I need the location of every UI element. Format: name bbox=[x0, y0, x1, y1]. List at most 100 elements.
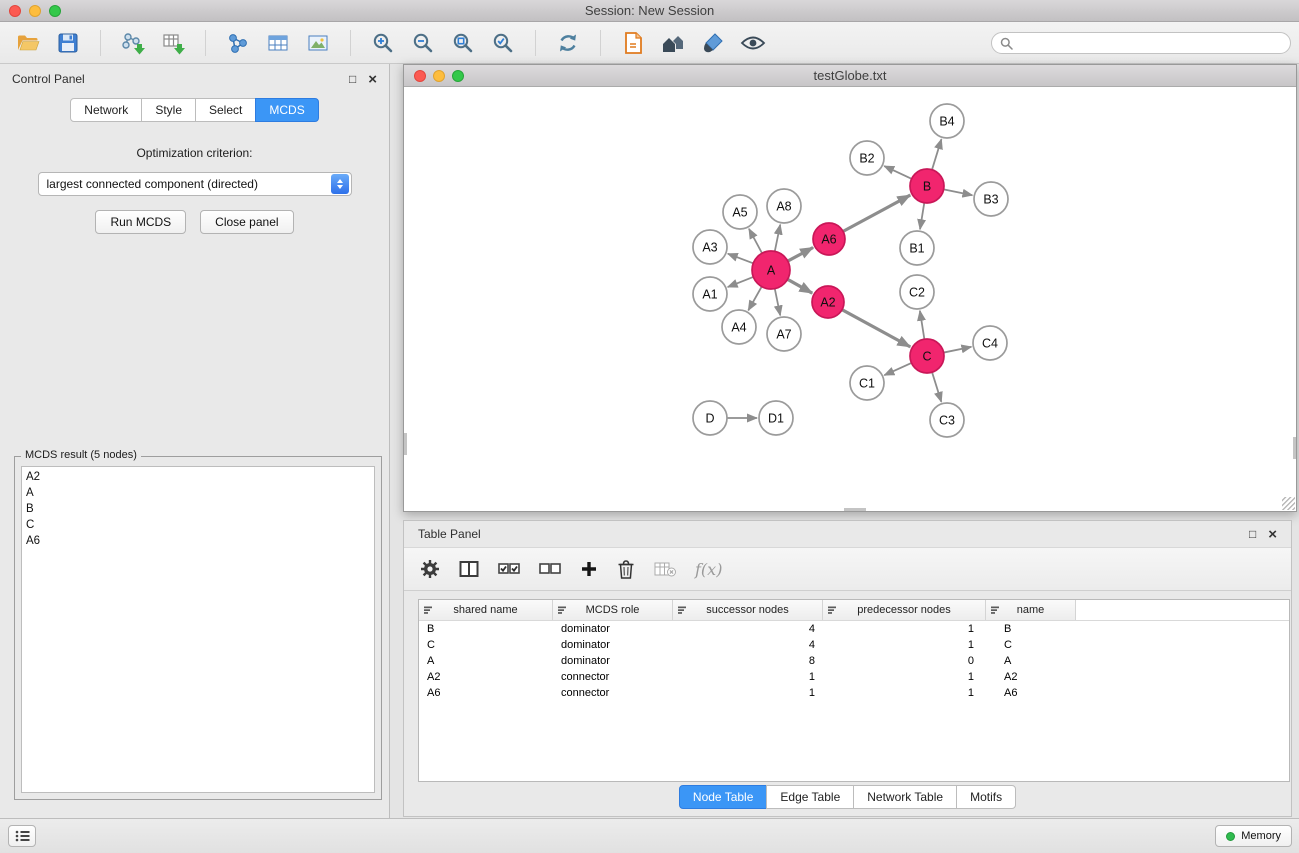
graph-node-A7[interactable] bbox=[767, 317, 801, 351]
save-session-button[interactable] bbox=[52, 27, 84, 59]
table-cell[interactable]: 8 bbox=[673, 655, 823, 667]
result-item[interactable]: C bbox=[26, 517, 370, 533]
graph-edge-B-B3[interactable] bbox=[944, 189, 973, 195]
table-tab-network-table[interactable]: Network Table bbox=[853, 785, 957, 809]
table-cell[interactable]: dominator bbox=[553, 655, 673, 667]
table-cell[interactable]: 0 bbox=[823, 655, 986, 667]
column-header-shared-name[interactable]: shared name bbox=[419, 600, 553, 620]
graph-node-B3[interactable] bbox=[974, 182, 1008, 216]
graph-node-B[interactable] bbox=[910, 169, 944, 203]
close-window-button[interactable] bbox=[9, 5, 21, 17]
tab-style[interactable]: Style bbox=[141, 98, 196, 122]
left-scroll-thumb[interactable] bbox=[404, 433, 407, 455]
minimize-network-button[interactable] bbox=[433, 70, 445, 82]
graph-edge-C-C1[interactable] bbox=[884, 363, 911, 375]
graph-edge-A-A6[interactable] bbox=[788, 247, 813, 261]
table-cell[interactable]: 1 bbox=[823, 623, 986, 635]
graph-node-A1[interactable] bbox=[693, 277, 727, 311]
graph-node-C2[interactable] bbox=[900, 275, 934, 309]
column-header-predecessor-nodes[interactable]: predecessor nodes bbox=[823, 600, 986, 620]
import-network-button[interactable] bbox=[117, 27, 149, 59]
memory-button[interactable]: Memory bbox=[1215, 825, 1292, 847]
graph-edge-A-A1[interactable] bbox=[728, 277, 754, 287]
graph-node-C1[interactable] bbox=[850, 366, 884, 400]
graph-edge-B-B4[interactable] bbox=[932, 139, 941, 170]
show-hide-button[interactable] bbox=[737, 27, 769, 59]
zoom-network-button[interactable] bbox=[452, 70, 464, 82]
resize-grip[interactable] bbox=[1282, 497, 1295, 510]
table-cell[interactable]: 4 bbox=[673, 639, 823, 651]
float-panel-icon[interactable]: □ bbox=[349, 73, 356, 85]
table-cell[interactable]: A6 bbox=[986, 687, 1076, 699]
result-item[interactable]: B bbox=[26, 501, 370, 517]
table-tab-node-table[interactable]: Node Table bbox=[679, 785, 768, 809]
table-cell[interactable]: 1 bbox=[823, 671, 986, 683]
window-titlebar[interactable]: Session: New Session bbox=[0, 0, 1299, 22]
zoom-out-button[interactable] bbox=[407, 27, 439, 59]
graph-node-D1[interactable] bbox=[759, 401, 793, 435]
graph-node-A6[interactable] bbox=[813, 223, 845, 255]
graph-edge-A6-B[interactable] bbox=[843, 195, 910, 231]
run-mcds-button[interactable]: Run MCDS bbox=[95, 210, 186, 234]
graph-node-C4[interactable] bbox=[973, 326, 1007, 360]
graph-edge-B-B2[interactable] bbox=[884, 166, 911, 179]
minimize-window-button[interactable] bbox=[29, 5, 41, 17]
tab-select[interactable]: Select bbox=[195, 98, 256, 122]
close-table-panel-icon[interactable]: × bbox=[1268, 527, 1277, 542]
table-cell[interactable]: B bbox=[419, 623, 553, 635]
result-item[interactable]: A bbox=[26, 485, 370, 501]
table-cell[interactable]: connector bbox=[553, 687, 673, 699]
column-header-successor-nodes[interactable]: successor nodes bbox=[673, 600, 823, 620]
delete-column-button[interactable] bbox=[617, 554, 635, 584]
graph-edge-A-A3[interactable] bbox=[728, 254, 753, 264]
graph-edge-A2-C[interactable] bbox=[842, 310, 910, 347]
function-builder-button[interactable]: f(x) bbox=[695, 554, 722, 584]
graph-node-A4[interactable] bbox=[722, 310, 756, 344]
table-cell[interactable]: C bbox=[419, 639, 553, 651]
network-canvas[interactable]: B4B2BB3A5A8A6A3B1AC2A1A2A4A7C4CC1C3DD1 bbox=[404, 87, 1296, 511]
table-cell[interactable]: 1 bbox=[823, 687, 986, 699]
graph-edge-C-C2[interactable] bbox=[920, 311, 924, 339]
search-box[interactable] bbox=[991, 32, 1291, 54]
zoom-fit-button[interactable] bbox=[447, 27, 479, 59]
table-cell[interactable]: 1 bbox=[673, 687, 823, 699]
style-brush-button[interactable] bbox=[697, 27, 729, 59]
column-header-name[interactable]: name bbox=[986, 600, 1076, 620]
new-table-button[interactable] bbox=[262, 27, 294, 59]
close-network-button[interactable] bbox=[414, 70, 426, 82]
open-session-button[interactable] bbox=[12, 27, 44, 59]
graph-node-B2[interactable] bbox=[850, 141, 884, 175]
graph-node-D[interactable] bbox=[693, 401, 727, 435]
show-columns-button[interactable] bbox=[459, 554, 479, 584]
table-cell[interactable]: 1 bbox=[823, 639, 986, 651]
graph-edge-B-B1[interactable] bbox=[920, 203, 924, 229]
table-cell[interactable]: dominator bbox=[553, 639, 673, 651]
float-table-panel-icon[interactable]: □ bbox=[1249, 528, 1256, 540]
table-cell[interactable]: A bbox=[986, 655, 1076, 667]
task-history-button[interactable] bbox=[8, 825, 36, 847]
table-cell[interactable]: dominator bbox=[553, 623, 673, 635]
mcds-result-list[interactable]: A2ABCA6 bbox=[21, 466, 375, 793]
tab-mcds[interactable]: MCDS bbox=[255, 98, 318, 122]
graph-edge-C-C4[interactable] bbox=[944, 347, 972, 353]
tab-network[interactable]: Network bbox=[70, 98, 142, 122]
refresh-layout-button[interactable] bbox=[552, 27, 584, 59]
close-panel-button[interactable]: Close panel bbox=[200, 210, 293, 234]
table-row[interactable]: Adominator80A bbox=[419, 653, 1289, 669]
table-cell[interactable]: connector bbox=[553, 671, 673, 683]
table-cell[interactable]: A bbox=[419, 655, 553, 667]
export-image-button[interactable] bbox=[302, 27, 334, 59]
zoom-window-button[interactable] bbox=[49, 5, 61, 17]
graph-edge-A-A8[interactable] bbox=[775, 225, 780, 252]
graph-node-B4[interactable] bbox=[930, 104, 964, 138]
deselect-all-button[interactable] bbox=[539, 554, 561, 584]
table-cell[interactable]: C bbox=[986, 639, 1076, 651]
table-tab-edge-table[interactable]: Edge Table bbox=[766, 785, 854, 809]
graph-node-A2[interactable] bbox=[812, 286, 844, 318]
graph-node-A5[interactable] bbox=[723, 195, 757, 229]
table-cell[interactable]: B bbox=[986, 623, 1076, 635]
table-row[interactable]: A2connector11A2 bbox=[419, 669, 1289, 685]
add-column-button[interactable] bbox=[580, 554, 598, 584]
graph-edge-A-A5[interactable] bbox=[749, 229, 762, 253]
right-scroll-thumb[interactable] bbox=[1293, 437, 1296, 459]
